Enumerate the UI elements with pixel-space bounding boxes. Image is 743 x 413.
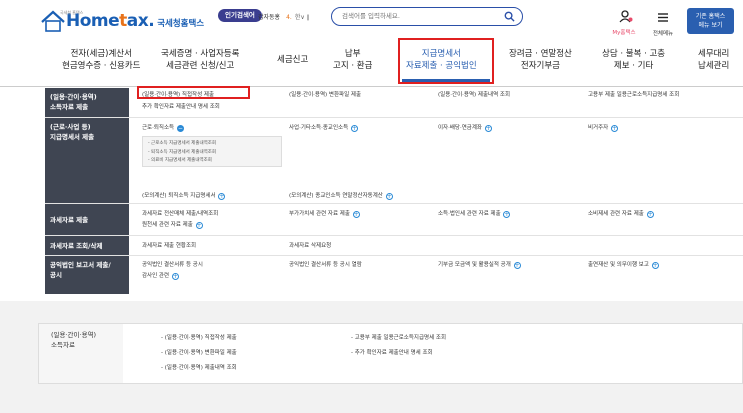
plus-icon[interactable]: + (171, 273, 179, 280)
link-withholding-data-submit[interactable]: 원천세 관련 자료 제출 + (142, 221, 203, 229)
gnb-consulting[interactable]: 상담 · 불복 · 고충 제보 · 기타 (602, 48, 665, 72)
gnb-etax-invoice[interactable]: 전자(세금)계산서 현금영수증 · 신용카드 (62, 48, 141, 72)
my-hometax-button[interactable]: My홈택스 (612, 8, 638, 36)
link-interest-dividend[interactable]: 이자·배당·연금계좌 + (438, 124, 492, 132)
link-mock-religious-calc[interactable]: (모의계산) 종교인소득 연말정산자동계산 + (289, 192, 393, 200)
submenu-panel: (일용·간이·용역) 소득자료 - (일용·간이·용역) 직접작성 제출 - (일… (0, 301, 743, 413)
active-nav-underline (402, 79, 490, 82)
plus-icon[interactable]: + (352, 211, 360, 218)
plus-icon[interactable]: + (503, 211, 511, 218)
category-public-interest: 공익법인 보고서 제출/공시 (45, 256, 129, 294)
gnb-incentive-yearend[interactable]: 장려금 · 연말정산 전자기부금 (509, 48, 572, 72)
link-disclosure-view[interactable]: 공익법인 결산서류 등 공시 열람 (289, 261, 362, 269)
legacy-menu-label-1: 기존 홈택스 (695, 13, 726, 20)
gnb-tax-return[interactable]: 세금신고 (277, 54, 308, 66)
search-box (331, 7, 523, 26)
submenu-retirement-income-history[interactable]: - 퇴직소득 지급명세서 제출내역조회 (148, 149, 276, 158)
mega-row-tax-data-inquiry: 과세자료 조회/삭제 과세자료 제출 현황조회 과세자료 삭제요청 (45, 236, 743, 256)
category-tax-data-submit: 과세자료 제출 (45, 204, 129, 235)
plus-icon[interactable]: + (385, 193, 393, 200)
link-non-resident[interactable]: 비거주자 + (588, 124, 618, 132)
plus-icon[interactable]: + (651, 262, 659, 269)
legacy-menu-button[interactable]: 기존 홈택스 메뉴 보기 (687, 8, 734, 34)
header: Hometax. 국세청홈택스 국세청 홈택스 인기검색어 갑자동홍 4. 한∨ ∥… (0, 0, 743, 42)
link-auditor[interactable]: 감사인 관련 + (142, 272, 179, 280)
lower-link-file-submit[interactable]: - (일용·간이·용역) 변환파일 제출 (161, 348, 237, 356)
link-labor-ministry-inquiry[interactable]: 고용부 제출 일용근로소득지급명세 조회 (588, 91, 679, 99)
plus-icon[interactable]: + (611, 125, 618, 132)
earned-income-submenu: - 근로소득 지급명세서 제출내역조회 - 퇴직소득 지급명세서 제출내역조회 … (142, 136, 282, 167)
link-earned-retirement-income[interactable]: 근로·퇴직소득 − (142, 124, 184, 132)
active-nav-highlight (398, 38, 494, 84)
plus-icon[interactable]: + (484, 125, 492, 132)
gnb-tax-agent[interactable]: 세무대리 납세관리 (698, 48, 729, 72)
category-payment-statement: (근로·사업 등) 지급명세서 제출 (45, 118, 129, 203)
link-public-interest-disclosure[interactable]: 공익법인 결산서류 등 공시 (142, 261, 203, 269)
submenu-category: (일용·간이·용역) 소득자료 (39, 324, 123, 383)
link-tax-data-status[interactable]: 과세자료 제출 현황조회 (142, 242, 196, 250)
mega-row-tax-data-submit: 과세자료 제출 과세자료 전산매체 제출/내역조회 원천세 관련 자료 제출 +… (45, 204, 743, 236)
lower-link-direct-submit[interactable]: - (일용·간이·용역) 직접작성 제출 (161, 333, 237, 341)
mega-menu: (일용·간이·용역) 소득자료 제출 (일용·간이·용역) 직접작성 제출 추가 … (45, 88, 743, 295)
all-menu-button[interactable]: 전체메뉴 (651, 8, 675, 37)
lower-link-submit-history[interactable]: - (일용·간이·용역) 제출내역 조회 (161, 363, 237, 371)
plus-icon[interactable]: + (646, 211, 654, 218)
popular-search-label: 인기검색어 (218, 9, 262, 22)
logo-tiny-text: 국세청 홈택스 (60, 10, 84, 15)
link-business-other-income[interactable]: 사업·기타소득·종교인소득 + (289, 124, 358, 132)
category-tax-data-inquiry: 과세자료 조회/삭제 (45, 236, 129, 255)
plus-icon[interactable]: + (218, 193, 226, 200)
link-additional-info-inquiry[interactable]: 추가 확인자료 제출안내 명세 조회 (142, 103, 220, 111)
popular-search-ticker[interactable]: 갑자동홍 4. 한∨ ∥ (258, 12, 310, 21)
hamburger-menu-icon (658, 13, 668, 22)
link-income-corporate-submit[interactable]: 소득·법인세 관련 자료 제출 + (438, 210, 511, 218)
link-tax-data-media-submit[interactable]: 과세자료 전산매체 제출/내역조회 (142, 210, 218, 218)
legacy-menu-label-2: 메뉴 보기 (698, 22, 723, 29)
popular-search-term[interactable]: 갑자동홍 (258, 14, 280, 21)
expand-icon[interactable]: − (176, 125, 184, 132)
lower-link-additional-info[interactable]: - 추가 확인자료 제출안내 명세 조회 (351, 348, 433, 356)
category-daily-income: (일용·간이·용역) 소득자료 제출 (45, 88, 129, 117)
person-icon (619, 10, 633, 23)
link-daily-submit-history[interactable]: (일용·간이·용역) 제출내역 조회 (438, 91, 510, 99)
my-hometax-label: My홈택스 (612, 30, 636, 36)
submenu-box: (일용·간이·용역) 소득자료 - (일용·간이·용역) 직접작성 제출 - (일… (38, 323, 743, 384)
popular-search-rank: 4. (286, 14, 292, 21)
plus-icon[interactable]: + (195, 222, 203, 229)
link-donation-disclosure[interactable]: 기부금 모금액 및 활용실적 공개 + (438, 261, 521, 269)
link-consumption-tax-submit[interactable]: 소비제세 관련 자료 제출 + (588, 210, 654, 218)
search-icon[interactable] (504, 11, 515, 22)
popular-search-controls[interactable]: 한∨ ∥ (295, 14, 310, 21)
logo-subtitle: 국세청홈택스 (157, 19, 205, 29)
link-contribution-report[interactable]: 출연재산 및 의무이행 보고 + (588, 261, 659, 269)
lower-link-labor-ministry[interactable]: - 고용부 제출 일용근로소득지급명세 조회 (351, 333, 446, 341)
mega-row-payment-statement: (근로·사업 등) 지급명세서 제출 근로·퇴직소득 − 사업·기타소득·종교인소… (45, 118, 743, 204)
link-vat-data-submit[interactable]: 부가가치세 관련 자료 제출 + (289, 210, 360, 218)
selected-link-highlight (137, 86, 250, 99)
link-tax-data-delete[interactable]: 과세자료 삭제요청 (289, 242, 331, 250)
link-mock-retirement-calc[interactable]: (모의계산) 퇴직소득 지급명세서 + (142, 192, 226, 200)
plus-icon[interactable]: + (350, 125, 358, 132)
link-daily-file-submit[interactable]: (일용·간이·용역) 변환파일 제출 (289, 91, 361, 99)
gnb-payment[interactable]: 납부 고지 · 환급 (333, 48, 372, 72)
all-menu-label: 전체메뉴 (652, 31, 674, 37)
gnb-tax-certificate[interactable]: 국세증명 · 사업자등록 세금관련 신청/신고 (161, 48, 240, 72)
mega-row-public-interest: 공익법인 보고서 제출/공시 공익법인 결산서류 등 공시 감사인 관련 + 공… (45, 256, 743, 294)
plus-icon[interactable]: + (513, 262, 521, 269)
submenu-medical-expense-history[interactable]: - 의료비 지급명세서 제출내역조회 (148, 157, 276, 166)
submenu-earned-income-history[interactable]: - 근로소득 지급명세서 제출내역조회 (148, 140, 276, 149)
global-nav: 전자(세금)계산서 현금영수증 · 신용카드 국세증명 · 사업자등록 세금관련 신… (0, 42, 743, 87)
search-input[interactable] (342, 12, 492, 20)
